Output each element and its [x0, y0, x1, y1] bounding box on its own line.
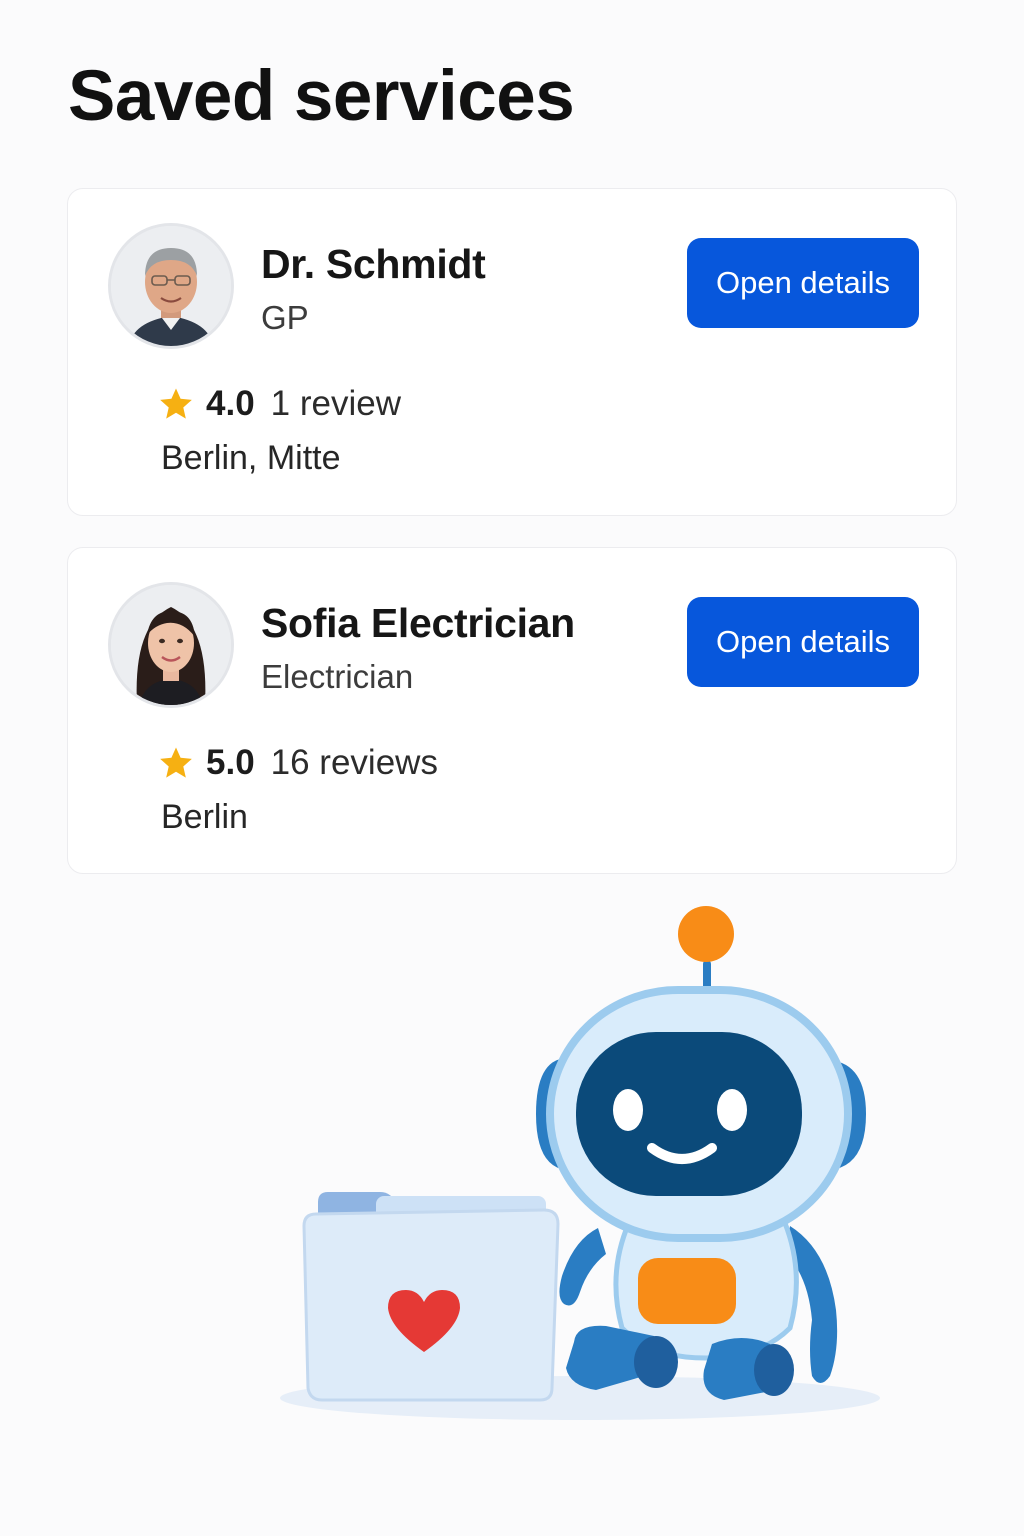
robot-illustration: [280, 906, 880, 1420]
rating-value: 4.0: [206, 384, 255, 423]
robot-face-screen: [576, 1032, 802, 1196]
open-details-button[interactable]: Open details: [687, 238, 919, 328]
service-card: Dr. Schmidt GP Open details 4.0 1 review…: [67, 188, 957, 516]
page-title: Saved services: [68, 57, 575, 136]
star-icon: [160, 747, 192, 778]
robot-left-arm: [559, 1228, 606, 1306]
rating-row: 5.0 16 reviews: [157, 740, 438, 786]
service-card: Sofia Electrician Electrician Open detai…: [67, 547, 957, 874]
rating-row: 4.0 1 review: [157, 381, 401, 427]
avatar: [111, 585, 231, 705]
service-name: Sofia Electrician: [261, 600, 575, 646]
robot-antenna-ball: [678, 906, 734, 962]
service-name: Dr. Schmidt: [261, 241, 486, 287]
service-location: Berlin, Mitte: [161, 439, 341, 477]
review-count: 16 reviews: [270, 743, 438, 782]
rating-value: 5.0: [206, 743, 255, 782]
open-details-button[interactable]: Open details: [687, 597, 919, 687]
review-count: 1 review: [270, 384, 401, 423]
star-icon: [160, 388, 192, 419]
robot-chest-panel: [638, 1258, 736, 1324]
service-category: Electrician: [261, 658, 414, 695]
service-category: GP: [261, 299, 309, 336]
avatar: [111, 226, 231, 346]
service-location: Berlin: [161, 798, 248, 836]
